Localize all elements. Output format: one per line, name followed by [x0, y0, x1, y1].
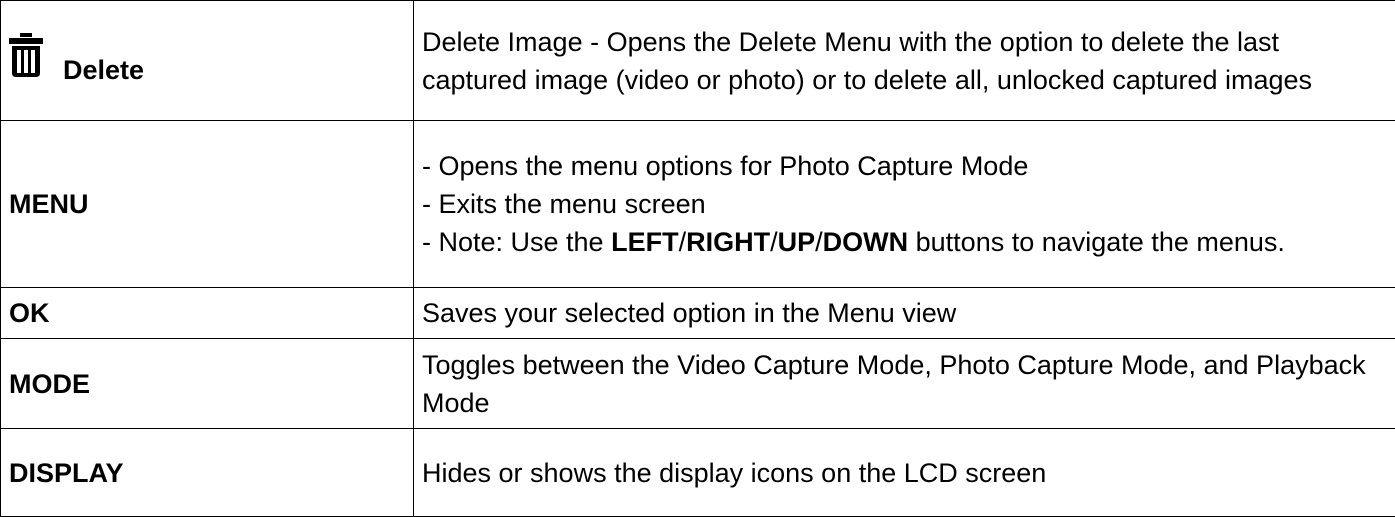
button-name: MENU	[9, 189, 89, 219]
description-note: - Note: Use the LEFT/RIGHT/UP/DOWN butto…	[422, 223, 1387, 261]
description-line: - Exits the menu screen	[422, 185, 1387, 223]
button-name-cell: MENU	[1, 121, 414, 288]
note-separator: /	[815, 227, 823, 257]
note-separator: /	[679, 227, 687, 257]
button-name-cell: MODE	[1, 339, 414, 429]
description-text: Toggles between the Video Capture Mode, …	[422, 350, 1366, 418]
description-line: - Opens the menu options for Photo Captu…	[422, 147, 1387, 185]
button-name: Delete	[63, 51, 144, 89]
trash-icon	[9, 33, 43, 77]
table-row-ok: OK Saves your selected option in the Men…	[1, 288, 1395, 339]
description-text: Saves your selected option in the Menu v…	[422, 298, 956, 328]
button-name-cell: Delete	[1, 1, 414, 121]
keyword-right: RIGHT	[686, 227, 770, 257]
description-cell: Toggles between the Video Capture Mode, …	[414, 339, 1395, 429]
button-name: MODE	[9, 369, 90, 399]
note-suffix: buttons to navigate the menus.	[908, 227, 1285, 257]
table-row-menu: MENU - Opens the menu options for Photo …	[1, 121, 1395, 288]
button-function-table: Delete Delete Image - Opens the Delete M…	[0, 0, 1395, 517]
note-separator: /	[770, 227, 778, 257]
table-row-display: DISPLAY Hides or shows the display icons…	[1, 429, 1395, 517]
description-text: Delete Image - Opens the Delete Menu wit…	[422, 27, 1312, 95]
description-cell: Hides or shows the display icons on the …	[414, 429, 1395, 517]
description-text: Hides or shows the display icons on the …	[422, 458, 1046, 488]
description-cell: Delete Image - Opens the Delete Menu wit…	[414, 1, 1395, 121]
button-name: OK	[9, 298, 50, 328]
note-prefix: - Note: Use the	[422, 227, 611, 257]
description-cell: - Opens the menu options for Photo Captu…	[414, 121, 1395, 288]
table-row-delete: Delete Delete Image - Opens the Delete M…	[1, 1, 1395, 121]
button-name: DISPLAY	[9, 458, 124, 488]
keyword-left: LEFT	[611, 227, 679, 257]
keyword-down: DOWN	[823, 227, 908, 257]
button-name-cell: OK	[1, 288, 414, 339]
description-cell: Saves your selected option in the Menu v…	[414, 288, 1395, 339]
button-name-cell: DISPLAY	[1, 429, 414, 517]
keyword-up: UP	[778, 227, 816, 257]
table-row-mode: MODE Toggles between the Video Capture M…	[1, 339, 1395, 429]
